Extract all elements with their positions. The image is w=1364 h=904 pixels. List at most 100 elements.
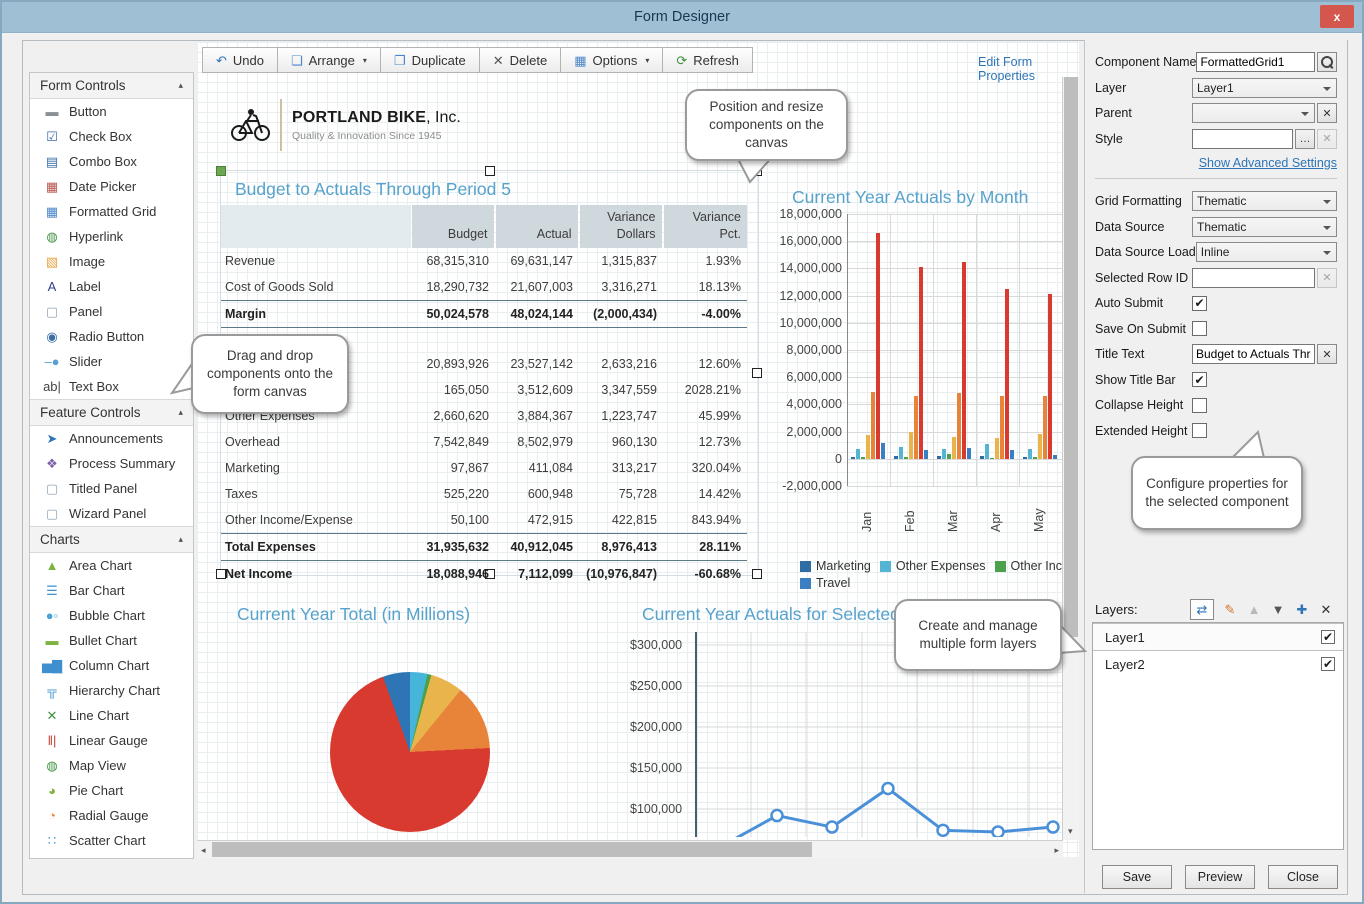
layer-row-layer1[interactable]: Layer1✔ <box>1093 623 1343 651</box>
auto-submit-checkbox[interactable]: ✔ <box>1192 296 1207 311</box>
preview-button[interactable]: Preview <box>1185 865 1255 889</box>
data-source-load-select[interactable]: Inline <box>1196 242 1337 262</box>
layer-visible-checkbox[interactable]: ✔ <box>1321 657 1335 671</box>
options-button[interactable]: ▦Options▾ <box>560 47 663 73</box>
undo-button[interactable]: ↶Undo <box>202 47 278 73</box>
clear-icon[interactable]: ✕ <box>1317 103 1337 123</box>
resize-handle-mid-right[interactable] <box>752 368 762 378</box>
scroll-right-arrow[interactable]: ▸ <box>1054 845 1059 856</box>
column-header: Actual <box>495 205 579 248</box>
sidebar-item-map-view[interactable]: ◍Map View <box>30 753 193 778</box>
style-input[interactable] <box>1193 132 1292 146</box>
section-header-feature-controls[interactable]: Feature Controls▴ <box>30 399 193 426</box>
layers-list[interactable]: Layer1✔Layer2✔ <box>1092 622 1344 850</box>
sidebar-item-bubble-chart[interactable]: ●◦Bubble Chart <box>30 603 193 628</box>
table-cell: 20,893,926 <box>411 351 495 377</box>
x-axis-tick-label: Apr <box>989 492 1003 532</box>
search-icon[interactable] <box>1317 52 1337 72</box>
sidebar-item-label: Formatted Grid <box>69 204 156 219</box>
add-layer-icon[interactable]: ✚ <box>1290 602 1314 618</box>
refresh-button[interactable]: ⟳Refresh <box>662 47 752 73</box>
title-text-input[interactable] <box>1193 347 1314 361</box>
parent-select[interactable] <box>1192 103 1315 123</box>
company-logo: PORTLAND BIKE, Inc. Quality & Innovation… <box>230 99 461 151</box>
arrange-button[interactable]: ❏Arrange▾ <box>277 47 381 73</box>
canvas-horizontal-scrollbar[interactable]: ◂ ▸ <box>197 840 1063 858</box>
move-layer-down-icon[interactable]: ▼ <box>1266 602 1290 617</box>
resize-handle-top-center[interactable] <box>485 166 495 176</box>
section-header-form-controls[interactable]: Form Controls▴ <box>30 73 193 99</box>
table-cell: Net Income <box>221 561 411 588</box>
sidebar-item-linear-gauge[interactable]: ‖|Linear Gauge <box>30 728 193 753</box>
sidebar-item-line-chart[interactable]: ✕Line Chart <box>30 703 193 728</box>
delete-layer-icon[interactable]: ✕ <box>1314 602 1338 618</box>
sidebar-item-formatted-grid[interactable]: ▦Formatted Grid <box>30 199 193 224</box>
sidebar-item-label[interactable]: ALabel <box>30 274 193 299</box>
property-label: Title Text <box>1095 347 1192 361</box>
sidebar-item-bullet-chart[interactable]: ▬Bullet Chart <box>30 628 193 653</box>
horizontal-scroll-thumb[interactable] <box>212 842 812 857</box>
grid-formatting-select[interactable]: Thematic <box>1192 191 1337 211</box>
save-on-submit-checkbox[interactable] <box>1192 321 1207 336</box>
delete-button[interactable]: ✕Delete <box>479 47 561 73</box>
design-canvas[interactable]: ↶Undo❏Arrange▾❐Duplicate✕Delete▦Options▾… <box>197 42 1079 857</box>
sidebar-item-hyperlink[interactable]: ◍Hyperlink <box>30 224 193 249</box>
legend-item-other-inc: Other Inc <box>995 559 1062 573</box>
sidebar-item-date-picker[interactable]: ▦Date Picker <box>30 174 193 199</box>
title-bar: Form Designer x <box>2 2 1362 33</box>
browse-style-button[interactable]: … <box>1295 129 1315 149</box>
sidebar-item-check-box[interactable]: ☑Check Box <box>30 124 193 149</box>
clear-icon[interactable]: ✕ <box>1317 344 1337 364</box>
data-source-select[interactable]: Thematic <box>1192 217 1337 237</box>
sidebar-item-panel[interactable]: ▢Panel <box>30 299 193 324</box>
sidebar-item-hierarchy-chart[interactable]: ╦Hierarchy Chart <box>30 678 193 703</box>
layer-select[interactable]: Layer1 <box>1192 78 1337 98</box>
edit-layer-icon[interactable]: ✎ <box>1218 602 1242 618</box>
selected-row-id-input[interactable] <box>1193 271 1314 285</box>
sidebar-item-image[interactable]: ▧Image <box>30 249 193 274</box>
sidebar-item-radial-gauge[interactable]: ◔Radial Gauge <box>30 803 193 828</box>
sidebar-item-pie-chart[interactable]: ◕Pie Chart <box>30 778 193 803</box>
section-header-charts[interactable]: Charts▴ <box>30 526 193 553</box>
scroll-down-arrow[interactable]: ▾ <box>1068 826 1073 837</box>
sidebar-item-bar-chart[interactable]: ☰Bar Chart <box>30 578 193 603</box>
x-axis-tick-label: May <box>1032 492 1046 532</box>
layer-visible-checkbox[interactable]: ✔ <box>1321 630 1335 644</box>
sidebar-item-wizard-panel[interactable]: ▢Wizard Panel <box>30 501 193 526</box>
sidebar-item-titled-panel[interactable]: ▢Titled Panel <box>30 476 193 501</box>
gridline <box>933 214 934 486</box>
button-label: Refresh <box>693 53 739 68</box>
sidebar-item-area-chart[interactable]: ▲Area Chart <box>30 553 193 578</box>
vertical-scroll-thumb[interactable] <box>1064 77 1078 637</box>
sidebar-item-scatter-chart[interactable]: ∷Scatter Chart <box>30 828 193 853</box>
show-title-bar-checkbox[interactable]: ✔ <box>1192 372 1207 387</box>
layer-row-layer2[interactable]: Layer2✔ <box>1093 651 1343 677</box>
close-button[interactable]: x <box>1320 5 1354 28</box>
table-cell: 411,084 <box>495 455 579 481</box>
duplicate-button[interactable]: ❐Duplicate <box>380 47 480 73</box>
component-name-input[interactable] <box>1197 55 1314 69</box>
collapse-height-checkbox[interactable] <box>1192 398 1207 413</box>
canvas-toolbar: ↶Undo❏Arrange▾❐Duplicate✕Delete▦Options▾… <box>202 47 752 73</box>
table-cell: Other Income/Expense <box>221 507 411 534</box>
scroll-left-arrow[interactable]: ◂ <box>201 845 206 856</box>
sidebar-item-radio-button[interactable]: ◉Radio Button <box>30 324 193 349</box>
table-cell: 14.42% <box>663 481 747 507</box>
save-button[interactable]: Save <box>1102 865 1172 889</box>
duplicate-icon: ❐ <box>394 54 406 67</box>
sidebar-item-button[interactable]: ▬Button <box>30 99 193 124</box>
sidebar-item-column-chart[interactable]: ▅▇Column Chart <box>30 653 193 678</box>
pie-chart-component[interactable]: Current Year Total (in Millions) <box>237 602 637 840</box>
sidebar-item-process-summary[interactable]: ❖Process Summary <box>30 451 193 476</box>
bar-chart-component[interactable]: Current Year Actuals by Month MarketingO… <box>772 177 1062 597</box>
bar-travel-feb <box>924 450 928 459</box>
canvas-vertical-scrollbar[interactable]: ▾ <box>1062 77 1079 840</box>
reorder-layers-icon[interactable]: ⇄ <box>1190 599 1214 620</box>
close-button[interactable]: Close <box>1268 865 1338 889</box>
extended-height-checkbox[interactable] <box>1192 423 1207 438</box>
sidebar-item-announcements[interactable]: ➤Announcements <box>30 426 193 451</box>
sidebar-item-combo-box[interactable]: ▤Combo Box <box>30 149 193 174</box>
resize-handle-bottom-right[interactable] <box>752 569 762 579</box>
show-advanced-settings-link[interactable]: Show Advanced Settings <box>1199 156 1337 170</box>
resize-handle-top-left[interactable] <box>216 166 226 176</box>
